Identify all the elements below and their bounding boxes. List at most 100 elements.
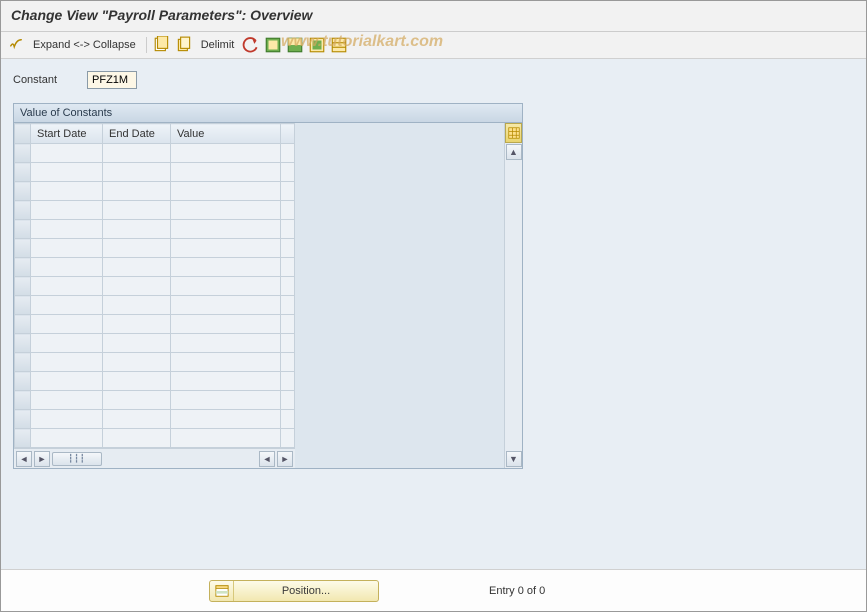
cell-start-date[interactable] [31, 277, 103, 296]
cell-value[interactable] [171, 220, 281, 239]
cell-start-date[interactable] [31, 239, 103, 258]
cell-value[interactable] [171, 144, 281, 163]
cell-end-date[interactable] [103, 391, 171, 410]
table-row[interactable] [15, 372, 295, 391]
cell-start-date[interactable] [31, 410, 103, 429]
cell-end-date[interactable] [103, 201, 171, 220]
cell-value[interactable] [171, 429, 281, 448]
cell-start-date[interactable] [31, 315, 103, 334]
row-selector[interactable] [15, 144, 31, 163]
cell-end-date[interactable] [103, 163, 171, 182]
row-selector[interactable] [15, 239, 31, 258]
undo-icon[interactable] [242, 36, 260, 54]
row-selector[interactable] [15, 258, 31, 277]
row-selector[interactable] [15, 182, 31, 201]
table-row[interactable] [15, 258, 295, 277]
table-row[interactable] [15, 334, 295, 353]
cell-end-date[interactable] [103, 220, 171, 239]
cell-end-date[interactable] [103, 315, 171, 334]
scroll-up-icon[interactable]: ▲ [506, 144, 522, 160]
cell-end-date[interactable] [103, 277, 171, 296]
cell-value[interactable] [171, 391, 281, 410]
cell-start-date[interactable] [31, 163, 103, 182]
scroll-right-step-icon[interactable]: ► [34, 451, 50, 467]
row-selector[interactable] [15, 296, 31, 315]
cell-end-date[interactable] [103, 258, 171, 277]
select-all-header[interactable] [15, 124, 31, 144]
cell-value[interactable] [171, 296, 281, 315]
vscroll-track[interactable] [505, 161, 522, 450]
cell-end-date[interactable] [103, 182, 171, 201]
cell-value[interactable] [171, 182, 281, 201]
select-block-icon[interactable] [286, 36, 304, 54]
row-selector[interactable] [15, 277, 31, 296]
col-start-date[interactable]: Start Date [31, 124, 103, 144]
row-selector[interactable] [15, 353, 31, 372]
expand-collapse-button[interactable]: Expand <-> Collapse [29, 39, 140, 51]
cell-end-date[interactable] [103, 372, 171, 391]
row-selector[interactable] [15, 372, 31, 391]
table-row[interactable] [15, 201, 295, 220]
cell-value[interactable] [171, 410, 281, 429]
col-end-date[interactable]: End Date [103, 124, 171, 144]
scroll-down-icon[interactable]: ▼ [506, 451, 522, 467]
cell-end-date[interactable] [103, 353, 171, 372]
scroll-left-icon[interactable]: ◄ [16, 451, 32, 467]
cell-value[interactable] [171, 163, 281, 182]
row-selector[interactable] [15, 334, 31, 353]
row-selector[interactable] [15, 410, 31, 429]
table-row[interactable] [15, 429, 295, 448]
select-all-icon[interactable] [264, 36, 282, 54]
table-row[interactable] [15, 410, 295, 429]
cell-start-date[interactable] [31, 429, 103, 448]
cell-end-date[interactable] [103, 429, 171, 448]
cell-end-date[interactable] [103, 296, 171, 315]
row-selector[interactable] [15, 391, 31, 410]
cell-start-date[interactable] [31, 296, 103, 315]
table-row[interactable] [15, 277, 295, 296]
cell-value[interactable] [171, 239, 281, 258]
vertical-scrollbar[interactable]: ▲ ▼ [504, 123, 522, 468]
table-row[interactable] [15, 144, 295, 163]
table-row[interactable] [15, 315, 295, 334]
cell-value[interactable] [171, 372, 281, 391]
copy-icon[interactable] [175, 36, 193, 54]
row-selector[interactable] [15, 315, 31, 334]
cell-start-date[interactable] [31, 258, 103, 277]
cell-value[interactable] [171, 258, 281, 277]
cell-start-date[interactable] [31, 353, 103, 372]
cell-start-date[interactable] [31, 220, 103, 239]
new-entries-icon[interactable] [153, 36, 171, 54]
cell-start-date[interactable] [31, 391, 103, 410]
table-settings-icon[interactable] [505, 123, 522, 143]
row-selector[interactable] [15, 220, 31, 239]
cell-value[interactable] [171, 334, 281, 353]
position-button[interactable]: Position... [209, 580, 379, 602]
constant-input[interactable] [87, 71, 137, 89]
constants-table[interactable]: Start Date End Date Value [14, 123, 295, 448]
scroll-right-icon[interactable]: ► [277, 451, 293, 467]
cell-value[interactable] [171, 315, 281, 334]
table-row[interactable] [15, 182, 295, 201]
table-row[interactable] [15, 391, 295, 410]
table-row[interactable] [15, 353, 295, 372]
cell-start-date[interactable] [31, 201, 103, 220]
cell-start-date[interactable] [31, 144, 103, 163]
cell-start-date[interactable] [31, 372, 103, 391]
row-selector[interactable] [15, 163, 31, 182]
scroll-left-step-icon[interactable]: ◄ [259, 451, 275, 467]
table-row[interactable] [15, 239, 295, 258]
accept-icon[interactable] [7, 36, 25, 54]
cell-start-date[interactable] [31, 334, 103, 353]
cell-end-date[interactable] [103, 410, 171, 429]
row-selector[interactable] [15, 429, 31, 448]
cell-end-date[interactable] [103, 144, 171, 163]
table-row[interactable] [15, 220, 295, 239]
row-selector[interactable] [15, 201, 31, 220]
table-row[interactable] [15, 296, 295, 315]
cell-value[interactable] [171, 353, 281, 372]
configuration-icon[interactable] [330, 36, 348, 54]
scroll-thumb[interactable]: ┇┇┇ [52, 452, 102, 466]
cell-start-date[interactable] [31, 182, 103, 201]
col-value[interactable]: Value [171, 124, 281, 144]
